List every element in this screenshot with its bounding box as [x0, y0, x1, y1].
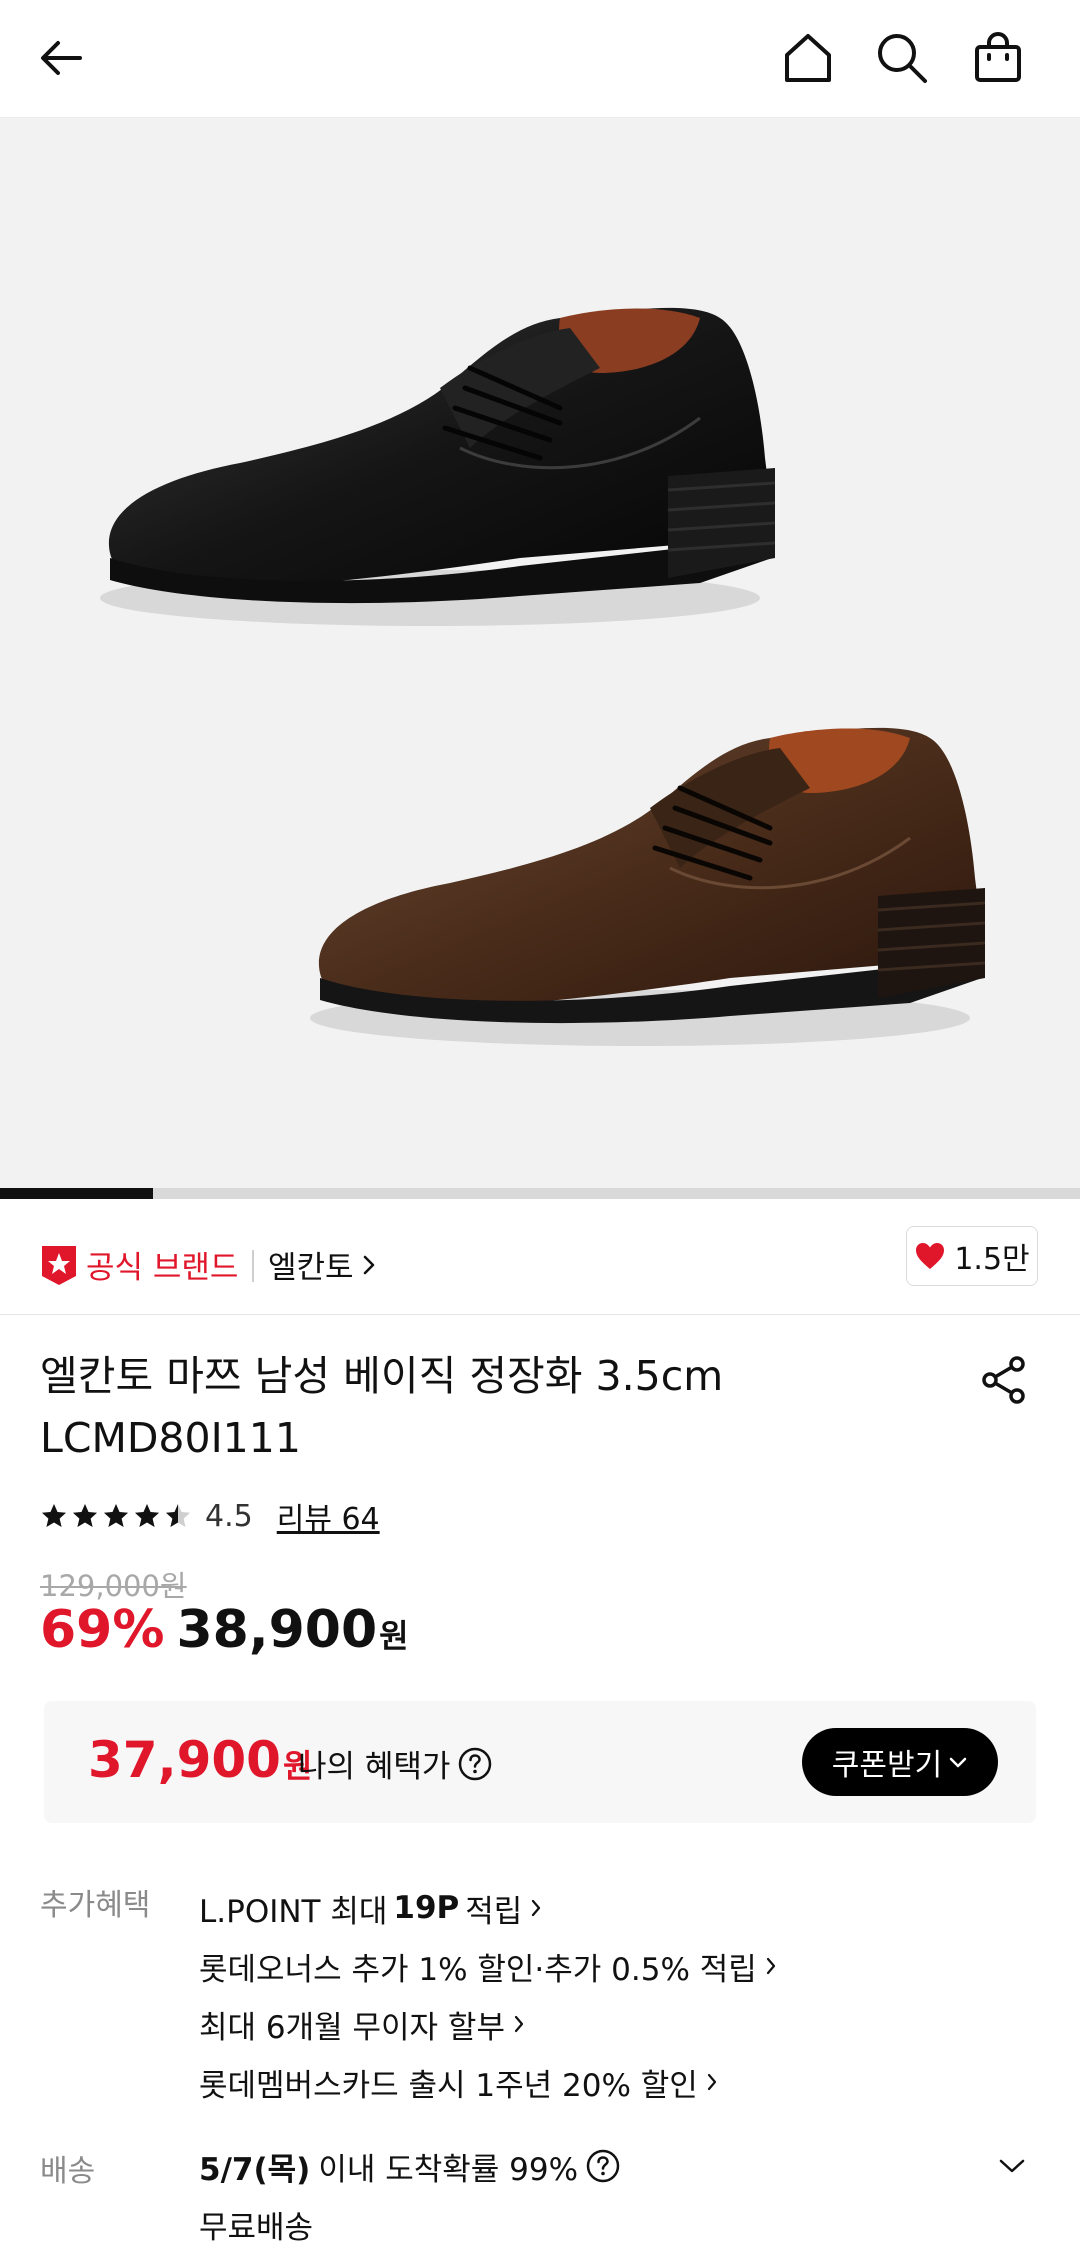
coupon-button[interactable]: 쿠폰받기 — [802, 1728, 998, 1796]
cart-button[interactable] — [962, 22, 1034, 94]
sale-price: 38,900 — [176, 1600, 378, 1660]
free-shipping: 무료배송 — [199, 2210, 314, 2246]
benefit-label: 나의 혜택가 — [298, 1741, 492, 1786]
benefit-item-text: 롯데오너스 추가 1% 할인·추가 0.5% 적립 — [199, 1951, 757, 1988]
card-anniversary-benefit[interactable]: 롯데멤버스카드 출시 1주년 20% 할인 — [199, 2053, 777, 2111]
delivery-probability: 이내 도착확률 99% — [318, 2151, 579, 2188]
star-icon — [104, 1504, 128, 1527]
delivery-info: 5/7(목) 이내 도착확률 99% 무료배송 — [199, 2140, 620, 2247]
gallery-progress-fill — [0, 1188, 154, 1199]
product-image-gallery[interactable] — [0, 118, 1080, 1190]
benefit-item-text: 롯데멤버스카드 출시 1주년 20% 할인 — [199, 2067, 698, 2104]
divider — [252, 1250, 254, 1282]
price-row: 69% 38,900 원 — [40, 1600, 409, 1660]
review-link[interactable]: 리뷰 64 — [277, 1494, 380, 1538]
star-shield-icon — [42, 1245, 76, 1285]
brand-name: 엘칸토 — [268, 1250, 354, 1286]
star-icon — [166, 1504, 190, 1527]
share-icon — [982, 1356, 1025, 1404]
product-title-line2: LCMD80I111 — [40, 1414, 301, 1462]
home-button[interactable] — [772, 22, 844, 94]
chevron-right-icon — [707, 2073, 716, 2091]
rating-value: 4.5 — [205, 1498, 253, 1534]
chevron-right-icon — [766, 1957, 775, 1975]
benefit-price: 37,900 원 — [88, 1731, 312, 1789]
star-icon — [42, 1504, 66, 1527]
home-icon — [785, 34, 831, 82]
top-app-bar — [0, 0, 1080, 118]
delivery-label: 배송 — [40, 2154, 96, 2189]
discount-rate: 69% — [40, 1600, 165, 1660]
benefit-label-text: 나의 혜택가 — [298, 1749, 451, 1785]
search-button[interactable] — [866, 22, 938, 94]
rating-row: 4.5 리뷰 64 — [40, 1494, 380, 1538]
chevron-down-icon — [949, 1757, 967, 1768]
share-button[interactable] — [972, 1348, 1036, 1412]
benefit-price-value: 37,900 — [88, 1731, 281, 1789]
like-button[interactable]: 1.5만 — [906, 1226, 1038, 1286]
delivery-estimate: 5/7(목) 이내 도착확률 99% — [199, 2140, 620, 2192]
arrow-left-icon — [41, 41, 82, 75]
lotte-owners-benefit[interactable]: 롯데오너스 추가 1% 할인·추가 0.5% 적립 — [199, 1937, 777, 1995]
black-shoe — [100, 307, 776, 626]
shopping-bag-icon — [975, 32, 1021, 82]
lpoint-benefit[interactable]: L.POINT 최대 19P 적립 — [199, 1879, 777, 1937]
brown-shoe — [310, 727, 986, 1046]
delivery-date: 5/7(목) — [199, 2151, 311, 2188]
coupon-button-label: 쿠폰받기 — [831, 1748, 943, 1783]
gallery-progress-bar — [0, 1188, 1080, 1199]
search-icon — [878, 34, 927, 83]
official-brand-badge: 공식 브랜드 — [40, 1242, 238, 1287]
product-title: 엘칸토 마쯔 남성 베이직 정장화 3.5cm LCMD80I111 — [40, 1345, 940, 1469]
help-icon[interactable] — [586, 2149, 620, 2183]
benefit-price-box: 37,900 원 나의 혜택가 쿠폰받기 — [44, 1701, 1036, 1823]
star-icon — [73, 1504, 97, 1527]
lpoint-suffix: 적립 — [465, 1893, 523, 1930]
original-price: 129,000원 — [40, 1569, 187, 1603]
star-icon — [135, 1504, 159, 1527]
delivery-expand-button[interactable] — [990, 2144, 1034, 2188]
product-title-line1: 엘칸토 마쯔 남성 베이직 정장화 3.5cm — [40, 1352, 724, 1400]
product-photo-shoes — [100, 307, 986, 1046]
chevron-right-icon — [514, 2015, 524, 2033]
back-button[interactable] — [26, 22, 98, 94]
like-count: 1.5만 — [954, 1242, 1030, 1277]
lpoint-points: 19P — [393, 1890, 460, 1926]
extra-benefits-label: 추가혜택 — [40, 1888, 151, 1923]
brand-row: 공식 브랜드 엘칸토 1.5만 — [0, 1200, 1080, 1315]
price-unit: 원 — [379, 1617, 409, 1655]
star-rating — [40, 1502, 195, 1530]
official-brand-label: 공식 브랜드 — [86, 1250, 239, 1286]
brand-link[interactable]: 엘칸토 — [268, 1242, 376, 1287]
extra-benefits-list: L.POINT 최대 19P 적립 롯데오너스 추가 1% 할인·추가 0.5%… — [199, 1879, 777, 2111]
heart-icon — [916, 1243, 945, 1269]
help-icon[interactable] — [458, 1747, 492, 1781]
chevron-right-icon — [532, 1899, 541, 1917]
chevron-right-icon — [363, 1255, 374, 1274]
benefit-item-text: 최대 6개월 무이자 할부 — [199, 2009, 505, 2046]
installment-benefit[interactable]: 최대 6개월 무이자 할부 — [199, 1995, 777, 2053]
lpoint-prefix: L.POINT 최대 — [199, 1893, 388, 1930]
chevron-down-icon — [999, 2159, 1025, 2173]
